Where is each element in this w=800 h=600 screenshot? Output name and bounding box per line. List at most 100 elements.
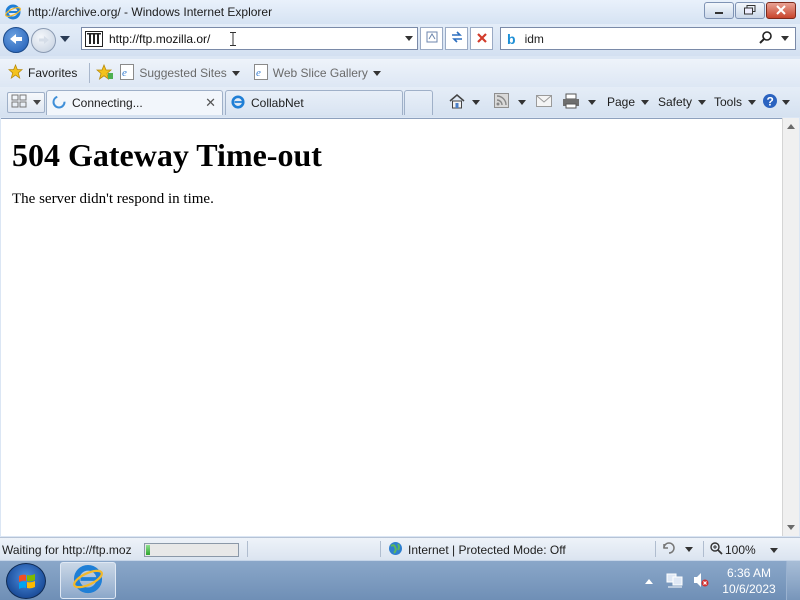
search-box[interactable]: b idm bbox=[500, 27, 796, 50]
page-icon bbox=[85, 30, 103, 47]
error-message: The server didn't respond in time. bbox=[12, 191, 214, 207]
zoom-level: 100% bbox=[725, 543, 756, 557]
refresh-icon bbox=[450, 30, 464, 47]
print-icon bbox=[562, 93, 580, 112]
svg-text:e: e bbox=[256, 67, 261, 79]
address-bar[interactable]: http://ftp.mozilla.or/ bbox=[81, 27, 418, 50]
restore-icon bbox=[744, 4, 756, 18]
zoom-control[interactable]: 100% bbox=[710, 542, 778, 558]
add-to-favorites-bar-button[interactable] bbox=[96, 63, 114, 83]
refresh-button[interactable] bbox=[445, 27, 468, 50]
restore-button[interactable] bbox=[735, 2, 765, 19]
clock-date: 10/6/2023 bbox=[722, 582, 776, 596]
window-title: http://archive.org/ - Windows Internet E… bbox=[28, 5, 273, 19]
loading-icon bbox=[52, 95, 66, 112]
suggested-sites-link[interactable]: e Suggested Sites bbox=[120, 63, 240, 83]
back-button[interactable] bbox=[3, 27, 29, 53]
refresh-protection-icon bbox=[662, 541, 678, 558]
tools-menu[interactable]: Tools bbox=[714, 87, 757, 117]
quick-tabs-button[interactable] bbox=[7, 92, 45, 113]
favorites-bar: Favorites e Suggested Sites e Web Slice … bbox=[0, 59, 800, 87]
back-arrow-icon bbox=[9, 33, 23, 48]
bing-icon: b bbox=[507, 30, 516, 47]
security-zone[interactable]: Internet | Protected Mode: Off bbox=[388, 541, 566, 559]
chevron-down-icon bbox=[641, 99, 650, 105]
print-button[interactable] bbox=[562, 87, 596, 117]
svg-text:?: ? bbox=[767, 94, 774, 108]
search-icon[interactable] bbox=[759, 31, 773, 48]
home-button[interactable] bbox=[448, 87, 480, 117]
minimize-button[interactable] bbox=[704, 2, 734, 19]
status-bar: Waiting for http://ftp.moz Internet | Pr… bbox=[0, 537, 800, 560]
chevron-down-icon bbox=[685, 546, 693, 552]
forward-button[interactable] bbox=[31, 28, 56, 53]
ie-logo-icon bbox=[5, 4, 21, 20]
tab-connecting[interactable]: Connecting... ✕ bbox=[46, 90, 223, 115]
search-input[interactable]: idm bbox=[525, 32, 544, 46]
feeds-button[interactable] bbox=[494, 87, 526, 117]
volume-muted-icon[interactable] bbox=[692, 572, 710, 591]
chevron-down-icon bbox=[372, 70, 381, 76]
divider bbox=[380, 541, 381, 557]
network-icon[interactable] bbox=[666, 572, 684, 591]
ie-page-icon: e bbox=[253, 63, 268, 83]
minimize-icon bbox=[714, 4, 724, 18]
address-input[interactable]: http://ftp.mozilla.or/ bbox=[109, 32, 210, 46]
stop-button[interactable] bbox=[470, 27, 493, 50]
tab-label: CollabNet bbox=[251, 96, 304, 110]
text-cursor-icon bbox=[230, 32, 236, 46]
close-icon bbox=[776, 4, 786, 18]
favorites-star-icon bbox=[7, 63, 24, 82]
compatibility-view-button[interactable] bbox=[420, 27, 443, 50]
read-mail-button[interactable] bbox=[536, 87, 552, 117]
recent-pages-dropdown[interactable] bbox=[60, 36, 70, 42]
clock[interactable]: 6:36 AM 10/6/2023 bbox=[716, 565, 782, 597]
taskbar: 6:36 AM 10/6/2023 bbox=[0, 560, 800, 600]
start-button[interactable] bbox=[6, 563, 46, 599]
help-icon: ? bbox=[762, 93, 778, 112]
search-options-dropdown[interactable] bbox=[781, 36, 789, 41]
show-desktop-button[interactable] bbox=[786, 561, 800, 600]
favorites-button[interactable]: Favorites bbox=[7, 63, 78, 82]
close-tab-icon[interactable]: ✕ bbox=[205, 95, 216, 111]
navigation-bar: http://ftp.mozilla.or/ b idm bbox=[0, 24, 800, 56]
safety-menu[interactable]: Safety bbox=[658, 87, 707, 117]
help-button[interactable]: ? bbox=[762, 87, 790, 117]
chevron-down-icon bbox=[588, 99, 596, 105]
progress-fill bbox=[146, 545, 150, 555]
web-slice-gallery-link[interactable]: e Web Slice Gallery bbox=[253, 63, 381, 83]
vertical-scrollbar[interactable] bbox=[782, 118, 799, 536]
tab-label: Connecting... bbox=[72, 96, 143, 110]
favorites-label: Favorites bbox=[28, 66, 78, 80]
chevron-down-icon bbox=[769, 547, 778, 553]
progress-bar bbox=[144, 543, 239, 557]
tab-collabnet[interactable]: CollabNet bbox=[225, 90, 403, 115]
svg-text:e: e bbox=[122, 67, 127, 79]
chevron-down-icon bbox=[782, 99, 790, 105]
divider bbox=[655, 541, 656, 557]
windows-start-icon bbox=[18, 573, 36, 594]
address-dropdown[interactable] bbox=[405, 36, 413, 41]
tools-menu-label: Tools bbox=[714, 95, 743, 109]
divider bbox=[89, 63, 91, 83]
system-tray bbox=[644, 561, 710, 600]
chevron-down-icon bbox=[698, 99, 707, 105]
scroll-up-icon[interactable] bbox=[787, 124, 795, 129]
tab-list-dropdown[interactable] bbox=[33, 100, 41, 105]
title-bar: http://archive.org/ - Windows Internet E… bbox=[0, 0, 800, 24]
quick-tabs-icon bbox=[11, 94, 27, 111]
taskbar-internet-explorer[interactable] bbox=[60, 562, 116, 599]
page-content: 504 Gateway Time-out The server didn't r… bbox=[1, 118, 782, 536]
show-hidden-icons-icon[interactable] bbox=[644, 574, 654, 588]
forward-arrow-icon bbox=[38, 34, 50, 48]
ie-logo-icon bbox=[73, 564, 103, 597]
tab-bar: Connecting... ✕ CollabNet Page Safety To… bbox=[0, 87, 800, 117]
scroll-down-icon[interactable] bbox=[787, 525, 795, 530]
chevron-down-icon bbox=[748, 99, 757, 105]
feeds-icon bbox=[494, 93, 509, 111]
mail-icon bbox=[536, 94, 552, 110]
new-tab-button[interactable] bbox=[404, 90, 433, 115]
page-menu[interactable]: Page bbox=[607, 87, 650, 117]
close-window-button[interactable] bbox=[766, 2, 796, 19]
zoom-icon bbox=[710, 542, 723, 558]
